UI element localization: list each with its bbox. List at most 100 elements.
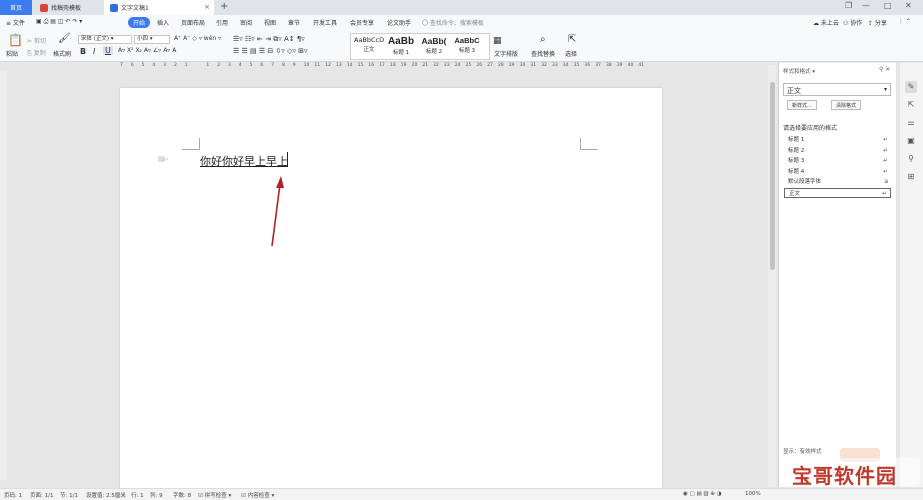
pen-icon[interactable]: ✎ (905, 81, 917, 93)
menu-file[interactable]: ≡ 文件 (6, 18, 25, 27)
command-search[interactable]: 〇 查找命令、搜索模板 (422, 18, 484, 27)
ruler-tick: 18 (390, 63, 396, 68)
maximize-icon[interactable]: □ (884, 1, 892, 10)
paste-button[interactable]: 粘贴 (6, 49, 18, 58)
list-item[interactable]: 标题 3 ↵ (784, 156, 891, 167)
cut-button[interactable]: ✂ 剪切 (27, 36, 46, 45)
scrollbar-thumb[interactable] (770, 82, 775, 270)
location-icon[interactable]: ⚲ (905, 153, 917, 165)
list-item[interactable]: 标题 4 ↵ (784, 167, 891, 178)
select-button[interactable]: 选择 (565, 49, 577, 58)
format-painter-icon[interactable]: 🖌 (58, 33, 71, 44)
panel-title[interactable]: 样式和格式 ▾ (783, 67, 815, 75)
content-check-button[interactable]: ☑ 内容检查 ▾ (241, 491, 274, 499)
find-replace-button[interactable]: 查找替换 (531, 49, 555, 58)
add-tab-icon[interactable]: + (220, 1, 228, 12)
tab-home[interactable]: 首页 (0, 0, 32, 15)
menu-insert[interactable]: 插入 (157, 18, 169, 27)
style-normal[interactable]: AaBbCcD 正文 (354, 36, 384, 53)
style-h2-label: 标题 2 (425, 49, 443, 55)
ruler-tick: 6 (260, 63, 264, 68)
underline-button[interactable]: U (103, 46, 113, 55)
document-page[interactable]: ▤▹ 你好你好早上早上 (120, 88, 662, 488)
restore-icon[interactable]: ❐ (845, 1, 852, 10)
list-item[interactable]: 默认段落字体 a (784, 177, 891, 188)
bold-button[interactable]: B (80, 47, 86, 56)
ruler-tick: 11 (314, 63, 321, 68)
close-tab-icon[interactable]: × (204, 3, 210, 11)
format-painter-button[interactable]: 格式刷 (53, 49, 71, 58)
list-icons[interactable]: ☰▿ ☷▿ ⇤ ⇥ ⧉▿ A↕ ¶▿ (233, 35, 305, 44)
cloud-button[interactable]: ☁ 未上云 (813, 18, 839, 27)
menu-review[interactable]: 审阅 (240, 18, 252, 27)
paragraph-handle-icon[interactable]: ▤▹ (158, 155, 168, 163)
zoom-level[interactable]: 100% (745, 491, 761, 497)
font-effects-icons[interactable]: A▿ X² X₂ A▿ ∠▿ A▿ A (118, 47, 176, 54)
menu-section[interactable]: 章节 (288, 18, 300, 27)
font-size-value: 小四 (137, 36, 149, 42)
content-check-label: 内容检查 (247, 493, 270, 499)
status-bar: 页码: 1 页面: 1/1 节: 1/1 设置值: 2.5厘米 行: 1 列: … (0, 488, 923, 500)
copy-button[interactable]: ⎘ 复制 (27, 48, 46, 58)
style-heading-3[interactable]: AaBbC 标题 3 (451, 36, 483, 54)
vertical-ruler[interactable] (0, 70, 7, 480)
ruler-tick: 30 (519, 63, 526, 68)
image-icon[interactable]: ▣ (905, 135, 917, 147)
spell-check-button[interactable]: ☑ 拼写检查 ▾ (198, 491, 231, 499)
ruler-tick: 40 (627, 63, 634, 68)
menu-quick-icons[interactable]: ▣ ⎙ ▤ ◫ ↶ ↷ ▾ (36, 18, 82, 26)
font-name-select[interactable]: 宋体 (正文) ▾ (78, 35, 132, 44)
style-heading-2[interactable]: AaBb( 标题 2 (418, 36, 450, 55)
ruler-tick: 5 (249, 63, 253, 68)
menu-member[interactable]: 会员专享 (350, 18, 374, 27)
cursor-select-icon[interactable]: ⇱ (568, 34, 576, 45)
current-style-select[interactable]: 正文 ▾ (783, 83, 891, 96)
list-item[interactable]: 标题 2 ↵ (784, 146, 891, 157)
find-icon[interactable]: ⌕ (540, 34, 546, 45)
pointer-icon[interactable]: ⇱ (905, 99, 917, 111)
style-heading-1[interactable]: AaBb 标题 1 (386, 36, 416, 56)
sliders-icon[interactable]: ⚌ (905, 117, 917, 129)
menu-view[interactable]: 视图 (264, 18, 276, 27)
tab-document[interactable]: 文字文稿1 × (104, 0, 214, 15)
right-sidebar: ✎ ⇱ ⚌ ▣ ⚲ ⊞ (900, 63, 923, 487)
align-icons[interactable]: ☰ ☰ ▤ ☰ ⊟ ⇳▿ ◇▿ ⊞▿ (233, 47, 308, 55)
status-word-count[interactable]: 字数: 8 (173, 491, 191, 499)
font-grow-icons[interactable]: A⁺ A⁻ ◇ ▿ wén ▿ (174, 35, 221, 42)
ruler-tick: 22 (433, 63, 439, 68)
font-size-select[interactable]: 小四 ▾ (134, 35, 170, 44)
close-window-icon[interactable]: ✕ (905, 1, 912, 10)
menu-home[interactable]: 开始 (128, 17, 151, 28)
italic-button[interactable]: I (93, 47, 95, 56)
menu-developer[interactable]: 开发工具 (313, 18, 337, 27)
minimize-icon[interactable]: — (862, 1, 870, 10)
clear-format-button[interactable]: 清除格式 (831, 100, 862, 110)
menu-page-layout[interactable]: 页面布局 (181, 18, 205, 27)
more-icon[interactable]: ⋮ ⌃ (898, 18, 911, 25)
ruler-tick: 29 (508, 63, 515, 68)
ruler-tick: 34 (562, 63, 569, 68)
style-item-label: 正文 (789, 190, 801, 197)
list-item[interactable]: 标题 1 ↵ (784, 135, 891, 146)
menu-thesis[interactable]: 论文助手 (387, 18, 411, 27)
paste-icon[interactable]: 📋 (8, 33, 23, 47)
document-text[interactable]: 你好你好早上早上 (200, 153, 288, 169)
horizontal-ruler[interactable]: 7 6 5 4 3 2 1 1 2 3 4 5 6 7 8 9 10 11 12 13 14 15 16 17 18 19 20 21… (120, 63, 650, 70)
list-item-selected[interactable]: 正文 ↵ (784, 187, 891, 198)
tab-template[interactable]: 找稿壳模板 (34, 0, 104, 15)
book-icon[interactable]: ⊞ (905, 171, 917, 183)
share-button[interactable]: ⇪ 分享 (868, 18, 887, 27)
watermark-logo: 宝哥软件园 (790, 448, 920, 488)
menu-references[interactable]: 引用 (216, 18, 228, 27)
collab-button[interactable]: ⚇ 协作 (843, 18, 862, 27)
new-style-button[interactable]: 新样式... (787, 100, 817, 110)
copy-label: 复制 (33, 50, 46, 57)
paragraph-mark-icon: ↵ (881, 189, 887, 197)
view-mode-icons[interactable]: ◉ ▢ ▤ ▥ ⊕ ◑ (683, 491, 722, 497)
text-layout-icon[interactable]: ▦ (493, 36, 502, 46)
text-layout-button[interactable]: 文字排版 (494, 49, 518, 58)
ruler-tick: 21 (422, 63, 429, 68)
ruler-tick: 39 (616, 63, 623, 68)
panel-controls-icons[interactable]: ⚲ ✕ (879, 66, 890, 73)
ruler-tick: 4 (238, 63, 242, 68)
